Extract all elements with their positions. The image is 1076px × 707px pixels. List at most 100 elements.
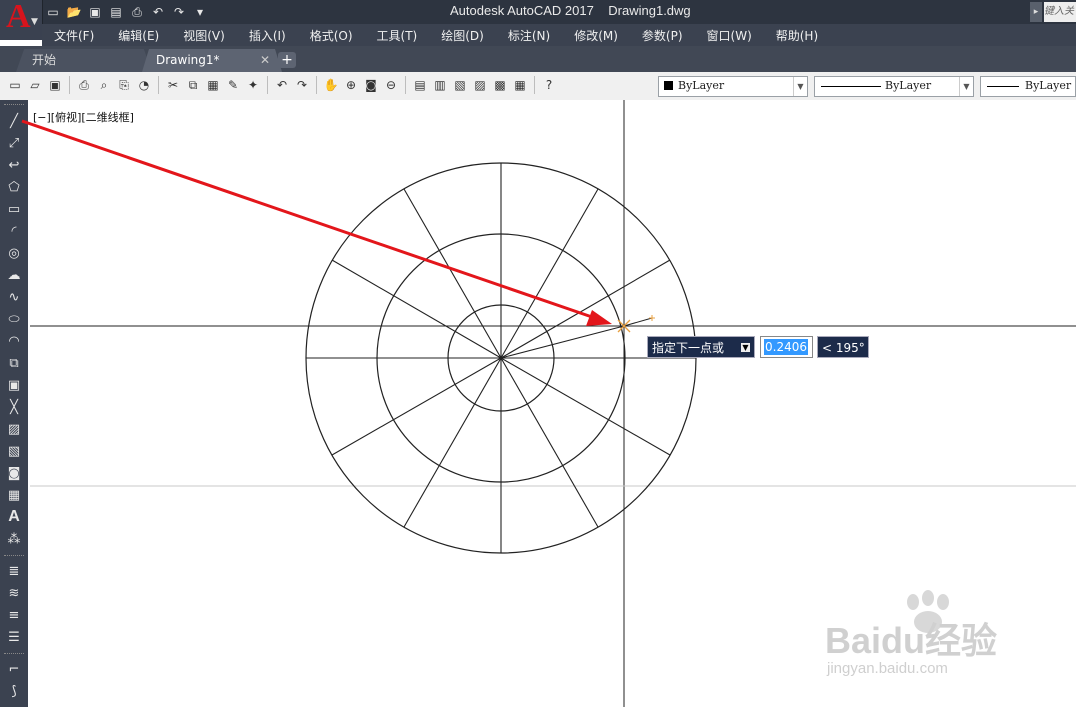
add-selected-icon[interactable]: ⁂ bbox=[4, 529, 24, 549]
layer-properties-icon[interactable]: ≣ bbox=[4, 561, 24, 581]
circle-icon[interactable]: ◎ bbox=[4, 243, 24, 263]
undo-icon[interactable]: ↶ bbox=[149, 3, 167, 21]
sheet-set-icon[interactable]: ▨ bbox=[471, 76, 489, 94]
point-icon[interactable]: ╳ bbox=[4, 397, 24, 417]
new-tab-button[interactable]: + bbox=[278, 52, 296, 68]
options-down-arrow-icon[interactable]: ▼ bbox=[741, 343, 750, 352]
zoom-realtime-icon[interactable]: ⊕ bbox=[342, 76, 360, 94]
open-folder-icon[interactable]: ▱ bbox=[26, 76, 44, 94]
block-editor-icon[interactable]: ✦ bbox=[244, 76, 262, 94]
menu-file[interactable]: 文件(F) bbox=[54, 27, 94, 44]
save-icon[interactable]: ▣ bbox=[46, 76, 64, 94]
cut-icon[interactable]: ✂ bbox=[164, 76, 182, 94]
chevron-down-icon: ▼ bbox=[793, 77, 807, 96]
linetype-label: ByLayer bbox=[885, 79, 932, 92]
separator bbox=[267, 76, 268, 94]
viewport-controls-label[interactable]: [−][俯视][二维线框] bbox=[33, 109, 134, 125]
layer-previous-icon[interactable]: ≡ bbox=[4, 605, 24, 625]
polygon-icon[interactable]: ⬠ bbox=[4, 177, 24, 197]
menu-help[interactable]: 帮助(H) bbox=[776, 27, 818, 44]
rectangle-icon[interactable]: ▭ bbox=[4, 199, 24, 219]
toolbar-grip[interactable] bbox=[4, 653, 24, 657]
distance-input[interactable]: 0.2406 bbox=[760, 336, 813, 358]
print-preview-icon[interactable]: ⌕ bbox=[95, 76, 113, 94]
tab-start[interactable]: 开始 bbox=[16, 49, 152, 72]
make-block-icon[interactable]: ▣ bbox=[4, 375, 24, 395]
redo-icon[interactable]: ↷ bbox=[170, 3, 188, 21]
menu-parametric[interactable]: 参数(P) bbox=[642, 27, 683, 44]
layer-color-dropdown[interactable]: ByLayer ▼ bbox=[658, 76, 808, 97]
new-file-icon[interactable]: ▭ bbox=[44, 3, 62, 21]
redo-icon[interactable]: ↷ bbox=[293, 76, 311, 94]
gradient-icon[interactable]: ▧ bbox=[4, 441, 24, 461]
publish-icon[interactable]: ◔ bbox=[135, 76, 153, 94]
lineweight-label: ByLayer bbox=[1025, 79, 1072, 92]
menu-insert[interactable]: 插入(I) bbox=[249, 27, 286, 44]
autocad-logo-icon: A bbox=[6, 0, 31, 35]
menu-modify[interactable]: 修改(M) bbox=[574, 27, 618, 44]
properties-icon[interactable]: ▤ bbox=[411, 76, 429, 94]
markup-icon[interactable]: ▩ bbox=[491, 76, 509, 94]
polyline-edit-icon[interactable]: ⌐ bbox=[4, 659, 24, 679]
calculator-icon[interactable]: ▦ bbox=[511, 76, 529, 94]
title-bar: ▭ 📂 ▣ ▤ ⎙ ↶ ↷ ▾ Autodesk AutoCAD 2017 Dr… bbox=[0, 0, 1076, 24]
application-menu-button[interactable]: A ▼ bbox=[0, 0, 43, 40]
menu-window[interactable]: 窗口(W) bbox=[707, 27, 752, 44]
undo-icon[interactable]: ↶ bbox=[273, 76, 291, 94]
save-icon[interactable]: ▣ bbox=[86, 3, 104, 21]
linetype-dropdown[interactable]: ByLayer ▼ bbox=[814, 76, 974, 97]
print-icon[interactable]: ⎙ bbox=[75, 76, 93, 94]
new-file-icon[interactable]: ▭ bbox=[6, 76, 24, 94]
menu-edit[interactable]: 编辑(E) bbox=[118, 27, 159, 44]
design-center-icon[interactable]: ▥ bbox=[431, 76, 449, 94]
search-input[interactable]: 键入关 bbox=[1044, 2, 1076, 22]
toolbar-grip[interactable] bbox=[4, 104, 24, 108]
construction-line-icon[interactable]: ⤢ bbox=[4, 133, 24, 153]
layer-states-icon[interactable]: ≋ bbox=[4, 583, 24, 603]
copy-icon[interactable]: ⧉ bbox=[184, 76, 202, 94]
revision-cloud-icon[interactable]: ☁ bbox=[4, 265, 24, 285]
spline-icon[interactable]: ∿ bbox=[4, 287, 24, 307]
paste-icon[interactable]: ▦ bbox=[204, 76, 222, 94]
help-icon[interactable]: ? bbox=[540, 76, 558, 94]
ellipse-arc-icon[interactable]: ◠ bbox=[4, 331, 24, 351]
close-icon[interactable]: ✕ bbox=[260, 49, 270, 72]
arc-icon[interactable]: ◜ bbox=[4, 221, 24, 241]
table-icon[interactable]: ▦ bbox=[4, 485, 24, 505]
multiline-text-icon[interactable]: A bbox=[4, 507, 24, 527]
color-label: ByLayer bbox=[678, 79, 725, 92]
separator bbox=[405, 76, 406, 94]
insert-block-icon[interactable]: ⧉ bbox=[4, 353, 24, 373]
pan-icon[interactable]: ✋ bbox=[322, 76, 340, 94]
spline-edit-icon[interactable]: ⟆ bbox=[4, 681, 24, 701]
polyline-icon[interactable]: ↩ bbox=[4, 155, 24, 175]
tool-palettes-icon[interactable]: ▧ bbox=[451, 76, 469, 94]
plot-icon[interactable]: ⎘ bbox=[115, 76, 133, 94]
line-icon[interactable]: ╱ bbox=[4, 111, 24, 131]
hatch-icon[interactable]: ▨ bbox=[4, 419, 24, 439]
menu-draw[interactable]: 绘图(D) bbox=[441, 27, 484, 44]
tab-drawing1[interactable]: Drawing1* ✕ bbox=[142, 49, 282, 72]
distance-value: 0.2406 bbox=[764, 339, 808, 355]
menu-tools[interactable]: 工具(T) bbox=[377, 27, 418, 44]
angle-input[interactable]: < 195° bbox=[817, 336, 869, 358]
menu-format[interactable]: 格式(O) bbox=[310, 27, 353, 44]
info-center-arrow-icon[interactable]: ▸ bbox=[1030, 2, 1042, 22]
toolbar-grip[interactable] bbox=[4, 555, 24, 559]
zoom-previous-icon[interactable]: ⊖ bbox=[382, 76, 400, 94]
lineweight-dropdown[interactable]: ByLayer bbox=[980, 76, 1076, 97]
open-folder-icon[interactable]: 📂 bbox=[65, 3, 83, 21]
match-properties-icon[interactable]: ✎ bbox=[224, 76, 242, 94]
customize-dropdown-icon[interactable]: ▾ bbox=[191, 3, 209, 21]
save-as-icon[interactable]: ▤ bbox=[107, 3, 125, 21]
layer-isolate-icon[interactable]: ☰ bbox=[4, 627, 24, 647]
file-tab-bar: 开始 Drawing1* ✕ + bbox=[0, 46, 1076, 72]
region-icon[interactable]: ◙ bbox=[4, 463, 24, 483]
print-icon[interactable]: ⎙ bbox=[128, 3, 146, 21]
ellipse-icon[interactable]: ⬭ bbox=[4, 309, 24, 329]
menu-dimension[interactable]: 标注(N) bbox=[508, 27, 550, 44]
separator bbox=[69, 76, 70, 94]
separator bbox=[534, 76, 535, 94]
menu-view[interactable]: 视图(V) bbox=[183, 27, 225, 44]
zoom-window-icon[interactable]: ◙ bbox=[362, 76, 380, 94]
